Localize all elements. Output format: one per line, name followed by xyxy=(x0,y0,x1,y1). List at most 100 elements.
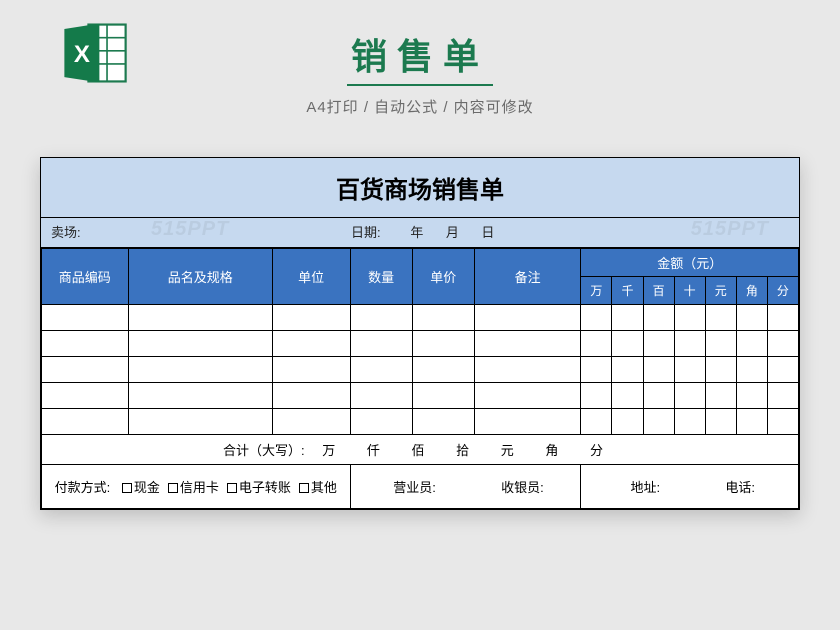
cell[interactable] xyxy=(736,305,767,331)
cell[interactable] xyxy=(350,357,412,383)
cell[interactable] xyxy=(705,305,736,331)
col-code: 商品编码 xyxy=(42,249,129,305)
cell[interactable] xyxy=(42,409,129,435)
cell[interactable] xyxy=(128,409,272,435)
cell[interactable] xyxy=(767,383,798,409)
col-remark: 备注 xyxy=(474,249,581,305)
col-price: 单价 xyxy=(412,249,474,305)
table-row xyxy=(42,409,799,435)
cell[interactable] xyxy=(643,409,674,435)
page-header: X 销售单 A4打印 / 自动公式 / 内容可修改 xyxy=(0,0,840,127)
cell[interactable] xyxy=(643,331,674,357)
cell[interactable] xyxy=(581,409,612,435)
date-label: 日期: xyxy=(351,225,381,240)
cell[interactable] xyxy=(474,357,581,383)
cell[interactable] xyxy=(272,383,350,409)
cell[interactable] xyxy=(736,383,767,409)
pay-option-label: 电子转账 xyxy=(239,480,291,495)
cell[interactable] xyxy=(42,331,129,357)
cell[interactable] xyxy=(412,331,474,357)
total-label: 合计（大写）: xyxy=(223,443,305,458)
table-row xyxy=(42,331,799,357)
cell[interactable] xyxy=(736,409,767,435)
total-row: 合计（大写）: 万 仟 佰 拾 元 角 分 xyxy=(42,435,799,465)
cell[interactable] xyxy=(350,409,412,435)
cell[interactable] xyxy=(612,383,643,409)
addr-label: 地址: xyxy=(630,480,660,495)
cell[interactable] xyxy=(705,383,736,409)
pay-label: 付款方式: xyxy=(55,480,111,495)
col-amt-0: 万 xyxy=(581,277,612,305)
cell[interactable] xyxy=(128,305,272,331)
cell[interactable] xyxy=(474,409,581,435)
cell[interactable] xyxy=(767,357,798,383)
cell[interactable] xyxy=(705,331,736,357)
cell[interactable] xyxy=(474,305,581,331)
cell[interactable] xyxy=(705,409,736,435)
cell[interactable] xyxy=(272,357,350,383)
table-row xyxy=(42,305,799,331)
cell[interactable] xyxy=(474,383,581,409)
cell[interactable] xyxy=(272,409,350,435)
cell[interactable] xyxy=(272,331,350,357)
cell[interactable] xyxy=(736,331,767,357)
col-amt-4: 元 xyxy=(705,277,736,305)
cell[interactable] xyxy=(272,305,350,331)
cell[interactable] xyxy=(674,383,705,409)
pay-option-label: 现金 xyxy=(134,480,160,495)
cell[interactable] xyxy=(674,357,705,383)
cell[interactable] xyxy=(767,305,798,331)
sales-label: 营业员: xyxy=(393,480,436,495)
sales-table: 商品编码 品名及规格 单位 数量 单价 备注 金额（元） 万 千 百 十 元 角… xyxy=(41,248,799,509)
cell[interactable] xyxy=(128,357,272,383)
cell[interactable] xyxy=(42,357,129,383)
col-amt-3: 十 xyxy=(674,277,705,305)
cell[interactable] xyxy=(474,331,581,357)
checkbox[interactable] xyxy=(299,483,309,493)
cell[interactable] xyxy=(643,305,674,331)
cell[interactable] xyxy=(643,383,674,409)
col-name: 品名及规格 xyxy=(128,249,272,305)
col-amt-6: 分 xyxy=(767,277,798,305)
cell[interactable] xyxy=(42,305,129,331)
col-qty: 数量 xyxy=(350,249,412,305)
sheet-info-row: 515PPT 515PPT 卖场: 日期: 年 月 日 xyxy=(41,218,799,248)
cell[interactable] xyxy=(350,383,412,409)
page-title: 销售单 xyxy=(347,28,493,86)
cell[interactable] xyxy=(612,409,643,435)
cell[interactable] xyxy=(350,305,412,331)
cell[interactable] xyxy=(412,409,474,435)
cell[interactable] xyxy=(736,357,767,383)
cell[interactable] xyxy=(674,305,705,331)
cell[interactable] xyxy=(581,305,612,331)
cell[interactable] xyxy=(350,331,412,357)
cell[interactable] xyxy=(767,331,798,357)
cell[interactable] xyxy=(643,357,674,383)
excel-icon: X xyxy=(60,18,130,88)
cell[interactable] xyxy=(412,305,474,331)
cell[interactable] xyxy=(412,357,474,383)
store-label: 卖场: xyxy=(51,225,81,240)
cell[interactable] xyxy=(612,305,643,331)
cell[interactable] xyxy=(128,331,272,357)
cell[interactable] xyxy=(674,409,705,435)
pay-option-label: 其他 xyxy=(311,480,337,495)
checkbox[interactable] xyxy=(122,483,132,493)
cell[interactable] xyxy=(581,383,612,409)
footer-row: 付款方式: 现金信用卡电子转账其他 营业员: 收银员: 地址: 电话: xyxy=(42,465,799,509)
cell[interactable] xyxy=(612,331,643,357)
cell[interactable] xyxy=(581,331,612,357)
sales-sheet: 百货商场销售单 515PPT 515PPT 卖场: 日期: 年 月 日 商品编码… xyxy=(40,157,800,510)
cell[interactable] xyxy=(767,409,798,435)
cell[interactable] xyxy=(705,357,736,383)
cell[interactable] xyxy=(412,383,474,409)
cell[interactable] xyxy=(612,357,643,383)
sheet-title: 百货商场销售单 xyxy=(41,158,799,218)
cell[interactable] xyxy=(581,357,612,383)
cell[interactable] xyxy=(128,383,272,409)
cell[interactable] xyxy=(674,331,705,357)
phone-label: 电话: xyxy=(725,480,755,495)
checkbox[interactable] xyxy=(227,483,237,493)
cell[interactable] xyxy=(42,383,129,409)
checkbox[interactable] xyxy=(168,483,178,493)
